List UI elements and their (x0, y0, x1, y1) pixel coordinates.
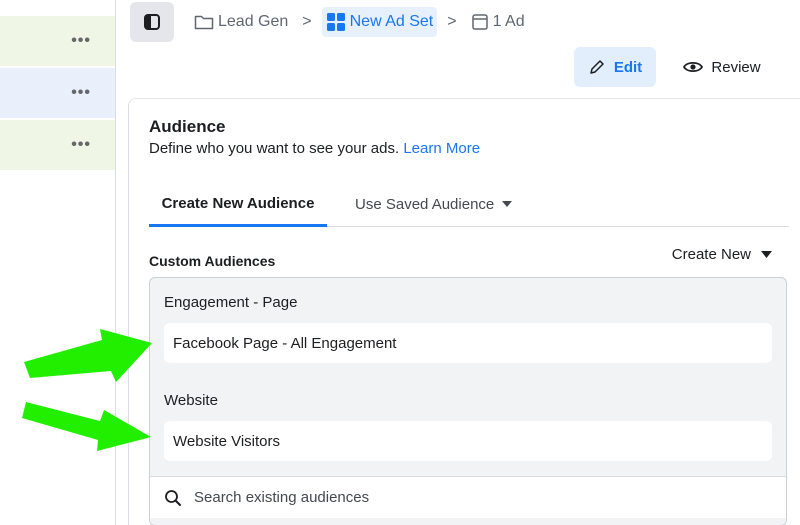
audience-item-facebook-page-all-engagement[interactable]: Facebook Page - All Engagement (164, 323, 772, 363)
ad-set-row[interactable]: ••• (0, 68, 115, 118)
more-options-icon[interactable]: ••• (71, 137, 91, 153)
breadcrumb: Lead Gen > New Ad Set > 1 Ad (130, 2, 529, 42)
sidebar-toggle-button[interactable] (130, 2, 174, 42)
breadcrumb-ad-set-label: New Ad Set (349, 13, 434, 30)
audience-item-website-visitors[interactable]: Website Visitors (164, 421, 772, 461)
breadcrumb-ad[interactable]: 1 Ad (467, 7, 529, 37)
grid-icon (326, 12, 346, 32)
create-new-label: Create New (671, 246, 751, 263)
group-label-website: Website (164, 392, 218, 409)
ad-icon (471, 13, 489, 31)
search-audiences-input[interactable] (194, 489, 694, 506)
audience-title: Audience (149, 117, 226, 136)
eye-icon (683, 61, 704, 73)
more-options-icon[interactable]: ••• (71, 85, 91, 101)
review-button[interactable]: Review (672, 47, 772, 87)
edit-button-label: Edit (613, 58, 643, 76)
caret-down-icon (761, 251, 772, 258)
campaign-tree-panel: ••• ••• ••• (0, 0, 116, 525)
more-options-icon[interactable]: ••• (71, 33, 91, 49)
audience-description: Define who you want to see your ads. Lea… (149, 140, 480, 157)
search-icon (165, 489, 181, 506)
audience-tabs: Create New Audience Use Saved Audience (149, 182, 789, 227)
review-button-label: Review (711, 58, 761, 76)
tab-use-saved-audience[interactable]: Use Saved Audience (355, 182, 513, 226)
audience-panel: Audience Define who you want to see your… (128, 98, 800, 525)
edit-button[interactable]: Edit (574, 47, 656, 87)
audience-search-bar (150, 476, 786, 518)
custom-audiences-label: Custom Audiences (149, 253, 276, 269)
breadcrumb-separator: > (447, 13, 457, 30)
main-content: Lead Gen > New Ad Set > 1 Ad Edit Review… (116, 0, 800, 525)
sidebar-toggle-icon (144, 14, 160, 30)
folder-icon (194, 14, 214, 30)
breadcrumb-separator: > (302, 13, 312, 30)
breadcrumb-campaign-label: Lead Gen (218, 13, 289, 30)
tab-use-saved-audience-label: Use Saved Audience (355, 195, 495, 213)
create-new-dropdown[interactable]: Create New (672, 246, 772, 263)
breadcrumb-ad-label: 1 Ad (492, 13, 525, 30)
audience-description-text: Define who you want to see your ads. (149, 140, 400, 157)
learn-more-link[interactable]: Learn More (403, 140, 480, 157)
tab-create-new-audience[interactable]: Create New Audience (149, 182, 327, 227)
ad-row[interactable]: ••• (0, 120, 115, 170)
breadcrumb-campaign[interactable]: Lead Gen (190, 7, 292, 37)
custom-audiences-box: Engagement - Page Facebook Page - All En… (149, 277, 787, 525)
breadcrumb-ad-set[interactable]: New Ad Set (321, 7, 438, 37)
pencil-icon (590, 60, 604, 74)
campaign-row[interactable]: ••• (0, 16, 115, 66)
group-label-engagement-page: Engagement - Page (164, 294, 298, 311)
caret-down-icon (502, 201, 513, 207)
